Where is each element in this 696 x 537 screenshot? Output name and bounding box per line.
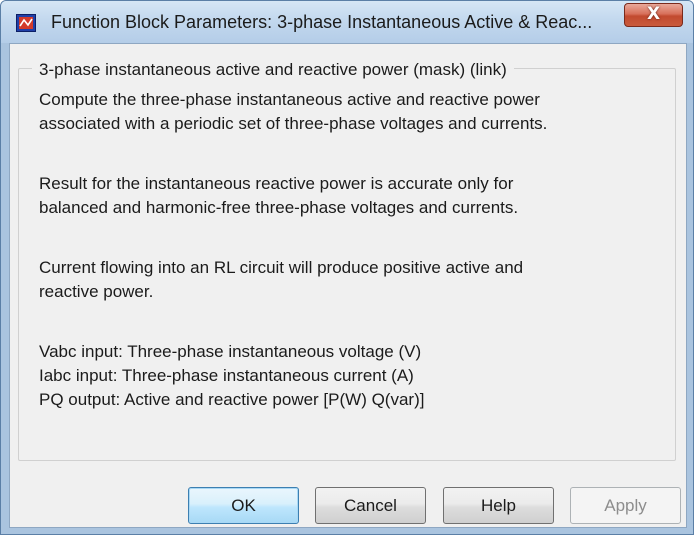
title-bar[interactable]: Function Block Parameters: 3-phase Insta… bbox=[1, 1, 693, 43]
ok-button[interactable]: OK bbox=[188, 487, 299, 524]
description-line: Compute the three-phase instantaneous ac… bbox=[39, 90, 540, 109]
apply-button[interactable]: Apply bbox=[570, 487, 681, 524]
dialog-window: Function Block Parameters: 3-phase Insta… bbox=[0, 0, 694, 535]
description-line: balanced and harmonic-free three-phase v… bbox=[39, 198, 519, 217]
window-title: Function Block Parameters: 3-phase Insta… bbox=[51, 12, 593, 32]
description-line: reactive power. bbox=[39, 282, 154, 301]
description-line: Result for the instantaneous reactive po… bbox=[39, 174, 514, 193]
description-line: associated with a periodic set of three-… bbox=[39, 114, 548, 133]
description-line: Vabc input: Three-phase instantaneous vo… bbox=[39, 342, 422, 361]
cancel-button[interactable]: Cancel bbox=[315, 487, 426, 524]
simulink-block-icon bbox=[16, 14, 36, 32]
description-line: Current flowing into an RL circuit will … bbox=[39, 258, 524, 277]
close-button[interactable]: X bbox=[624, 3, 683, 27]
group-legend: 3-phase instantaneous active and reactiv… bbox=[32, 60, 514, 80]
help-button[interactable]: Help bbox=[443, 487, 554, 524]
description-line: Iabc input: Three-phase instantaneous cu… bbox=[39, 366, 414, 385]
description-line: PQ output: Active and reactive power [P(… bbox=[39, 390, 425, 409]
close-icon: X bbox=[646, 4, 661, 24]
dialog-client-area: 3-phase instantaneous active and reactiv… bbox=[9, 43, 687, 528]
